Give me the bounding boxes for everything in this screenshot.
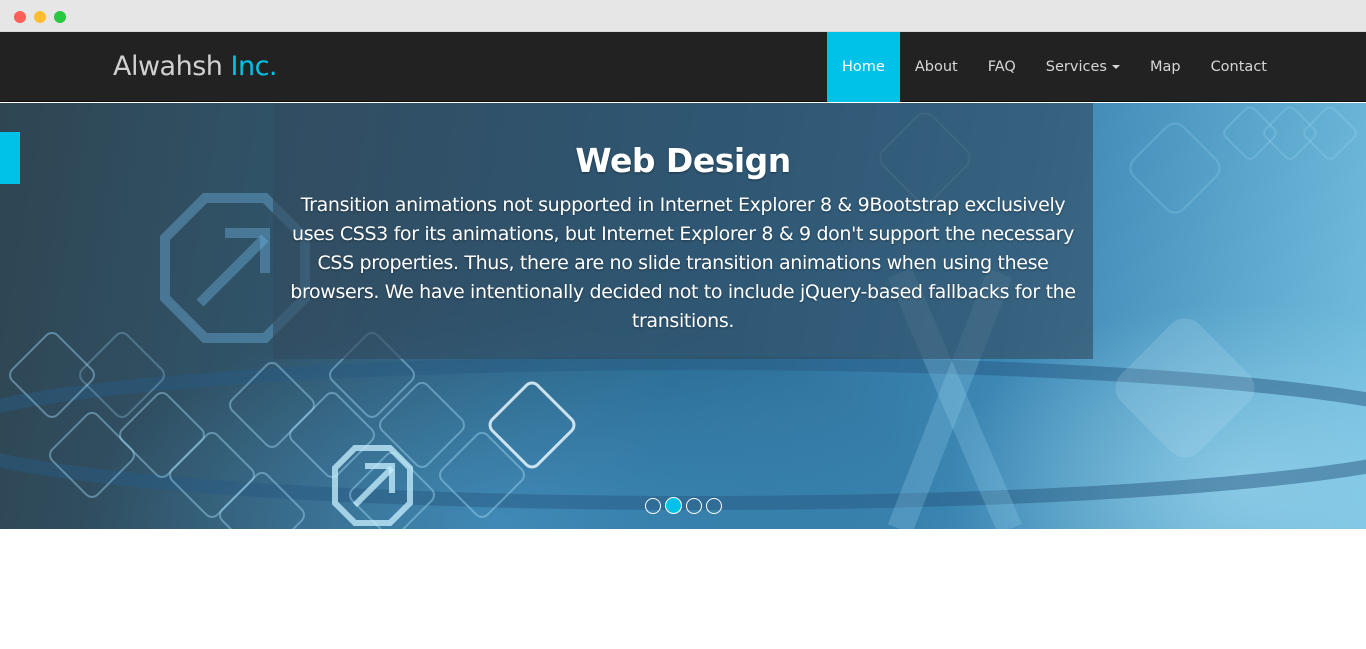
- nav-item-home-label: Home: [842, 59, 885, 75]
- navbar: Alwahsh Inc. Home About FAQ Services Map…: [0, 32, 1366, 102]
- carousel-indicator-1[interactable]: [645, 497, 661, 514]
- carousel-indicators: [645, 497, 726, 514]
- corner-mark: ˚: [1359, 103, 1365, 111]
- carousel-indicator-2[interactable]: [665, 497, 682, 514]
- brand-name: Alwahsh: [113, 51, 223, 82]
- brand-suffix: Inc.: [230, 51, 278, 82]
- hero-carousel: ˚ Web Design Transition animations not s…: [0, 103, 1366, 529]
- maximize-window-button[interactable]: [54, 11, 66, 23]
- brand-logo[interactable]: Alwahsh Inc.: [113, 50, 278, 84]
- nav-item-about[interactable]: About: [900, 32, 973, 102]
- minimize-window-button[interactable]: [34, 11, 46, 23]
- browser-titlebar: [0, 0, 1366, 32]
- nav-item-contact-label: Contact: [1210, 59, 1267, 75]
- nav-item-contact[interactable]: Contact: [1196, 32, 1282, 102]
- nav-item-home[interactable]: Home: [827, 32, 900, 102]
- nav-item-about-label: About: [914, 59, 958, 75]
- nav-item-faq[interactable]: FAQ: [973, 32, 1031, 102]
- caret-down-icon: [1111, 65, 1120, 69]
- main-nav: Home About FAQ Services Map Contact: [827, 32, 1282, 102]
- nav-item-faq-label: FAQ: [987, 59, 1016, 75]
- close-window-button[interactable]: [14, 11, 26, 23]
- carousel-indicator-3[interactable]: [686, 497, 702, 514]
- nav-item-map[interactable]: Map: [1135, 32, 1196, 102]
- nav-item-services[interactable]: Services: [1031, 32, 1135, 102]
- carousel-side-tab[interactable]: [0, 132, 20, 184]
- nav-item-map-label: Map: [1149, 59, 1181, 75]
- carousel-caption: Web Design Transition animations not sup…: [273, 103, 1093, 359]
- nav-item-services-label: Services: [1045, 59, 1107, 75]
- carousel-text: Transition animations not supported in I…: [290, 194, 1076, 332]
- carousel-indicator-4[interactable]: [706, 497, 722, 514]
- carousel-title: Web Design: [575, 141, 791, 180]
